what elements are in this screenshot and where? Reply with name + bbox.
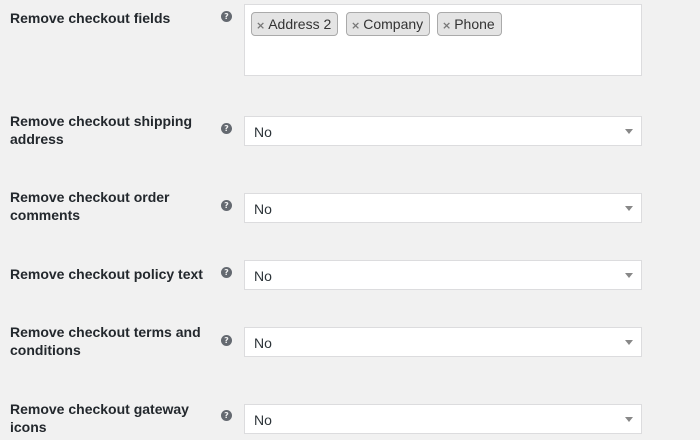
chevron-down-icon — [625, 417, 633, 422]
terms-conditions-select[interactable]: No — [244, 327, 642, 357]
setting-label-order-comments: Remove checkout order comments — [10, 189, 170, 223]
setting-label-terms-conditions: Remove checkout terms and conditions — [10, 324, 201, 358]
help-icon[interactable]: ? — [221, 410, 232, 421]
help-icon[interactable]: ? — [221, 335, 232, 346]
select-value: No — [254, 201, 272, 217]
select-value: No — [254, 335, 272, 351]
order-comments-select[interactable]: No — [244, 193, 642, 223]
select-value: No — [254, 412, 272, 428]
tag-label: Address 2 — [268, 16, 332, 32]
chevron-down-icon — [625, 273, 633, 278]
tag-address-2: × Address 2 — [251, 12, 339, 36]
help-icon[interactable]: ? — [221, 123, 232, 134]
help-icon[interactable]: ? — [221, 267, 232, 278]
checkout-fields-multiselect[interactable]: × Address 2 × Company × Phone — [244, 4, 642, 76]
help-icon[interactable]: ? — [221, 11, 232, 22]
setting-label-gateway-icons: Remove checkout gateway icons — [10, 401, 189, 435]
close-icon[interactable]: × — [442, 19, 451, 32]
setting-label-policy-text: Remove checkout policy text — [10, 266, 203, 282]
tag-label: Phone — [454, 16, 495, 32]
select-value: No — [254, 268, 272, 284]
chevron-down-icon — [625, 206, 633, 211]
setting-label-checkout-fields: Remove checkout fields — [10, 10, 171, 26]
select-value: No — [254, 124, 272, 140]
tag-label: Company — [363, 16, 424, 32]
close-icon[interactable]: × — [351, 19, 360, 32]
tag-company: × Company — [346, 12, 431, 36]
policy-text-select[interactable]: No — [244, 260, 642, 290]
shipping-address-select[interactable]: No — [244, 116, 642, 146]
chevron-down-icon — [625, 340, 633, 345]
tag-phone: × Phone — [437, 12, 502, 36]
help-icon[interactable]: ? — [221, 200, 232, 211]
close-icon[interactable]: × — [256, 19, 265, 32]
chevron-down-icon — [625, 129, 633, 134]
setting-label-shipping-address: Remove checkout shipping address — [10, 113, 193, 147]
gateway-icons-select[interactable]: No — [244, 404, 642, 434]
